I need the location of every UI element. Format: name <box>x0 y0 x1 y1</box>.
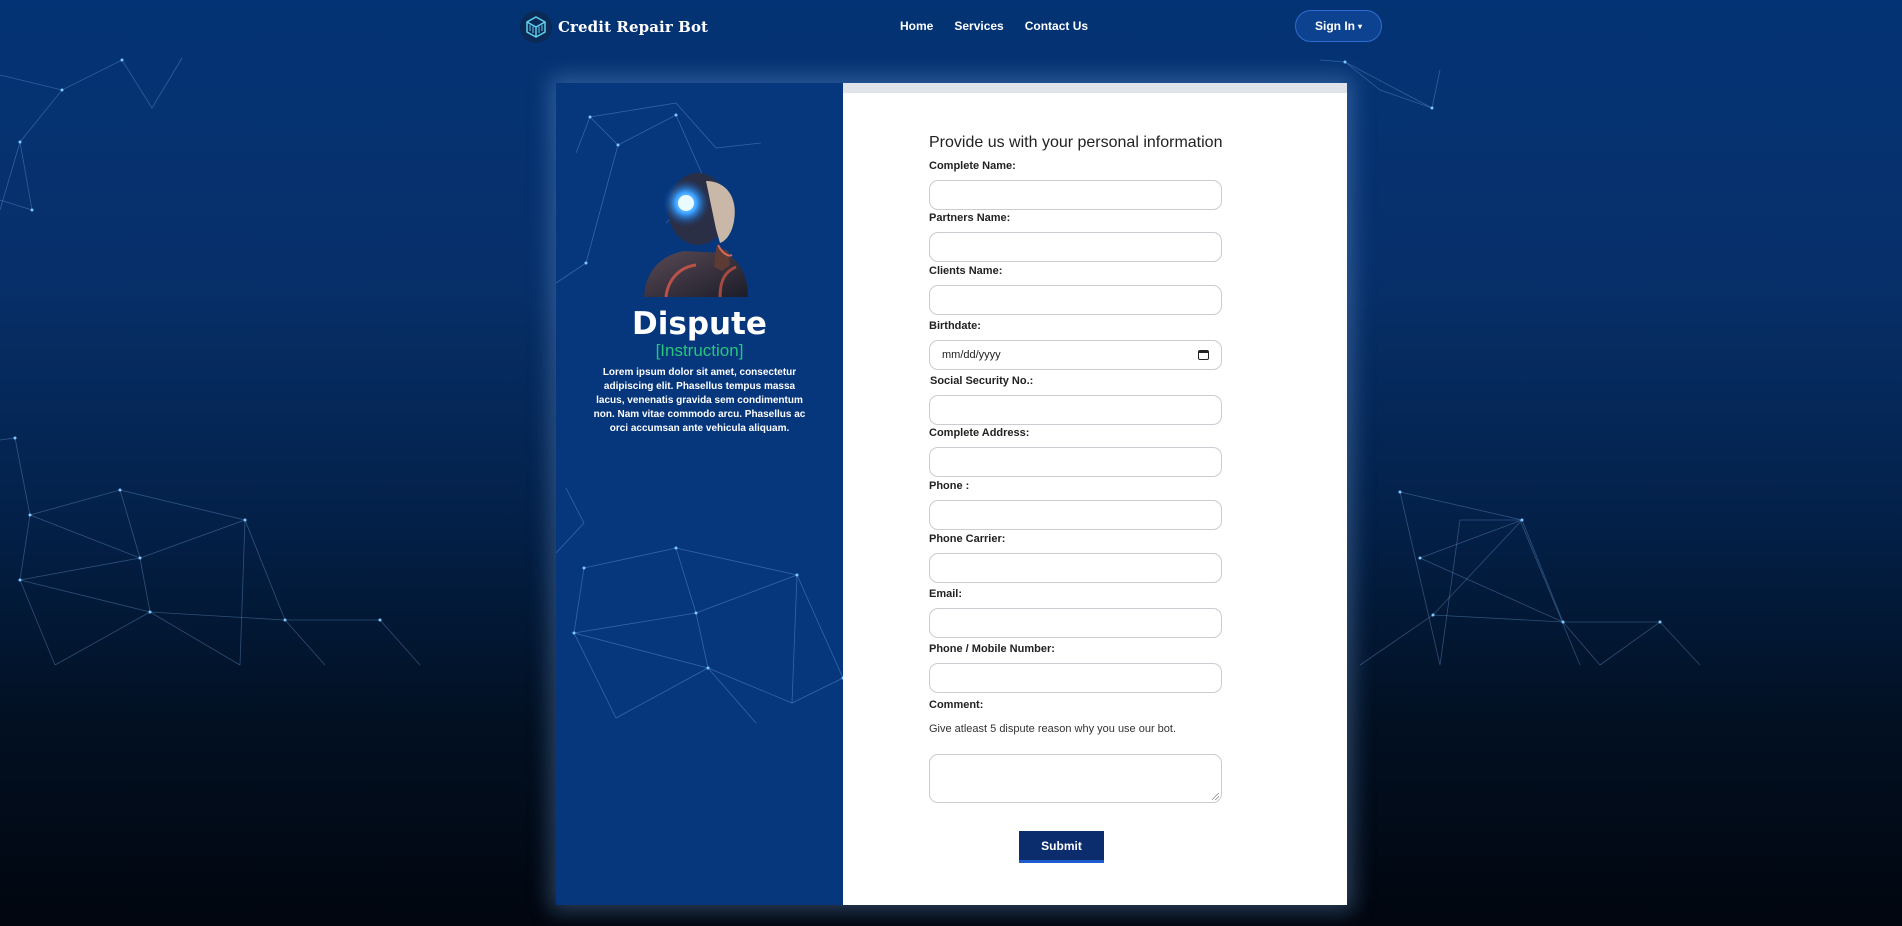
nav-contact-us[interactable]: Contact Us <box>1025 19 1088 33</box>
phone-carrier-input[interactable] <box>929 553 1222 583</box>
nav-home[interactable]: Home <box>900 19 933 33</box>
ssn-label: Social Security No.: <box>930 375 1034 387</box>
panel-top-bar <box>843 83 1347 93</box>
main-nav: Home Services Contact Us <box>900 19 1088 33</box>
brand-link[interactable]: Credit Repair Bot <box>520 11 708 43</box>
calendar-icon[interactable] <box>1198 350 1209 360</box>
brand-name: Credit Repair Bot <box>558 18 709 36</box>
cube-logo-icon <box>520 11 552 43</box>
comment-hint: Give atleast 5 dispute reason why you us… <box>929 723 1177 735</box>
instruction-subheading: [Instruction] <box>655 341 744 360</box>
email-label: Email: <box>929 588 963 600</box>
robot-thinking-image <box>644 173 748 297</box>
sign-in-label: Sign In <box>1314 19 1355 33</box>
birthdate-label: Birthdate: <box>929 320 981 332</box>
mobile-number-input[interactable] <box>929 663 1222 693</box>
dispute-heading: Dispute <box>632 306 767 342</box>
personal-info-form-panel: Provide us with your personal informatio… <box>843 83 1347 905</box>
form-title: Provide us with your personal informatio… <box>929 134 1223 151</box>
submit-button[interactable]: Submit <box>1019 831 1104 863</box>
clients-name-input[interactable] <box>929 285 1222 315</box>
ssn-input[interactable] <box>929 395 1222 425</box>
birthdate-placeholder: mm/dd/yyyy <box>942 349 1001 361</box>
address-label: Complete Address: <box>929 427 1030 439</box>
email-input[interactable] <box>929 608 1222 638</box>
instruction-description: Lorem ipsum dolor sit amet, consectetur … <box>593 367 806 434</box>
instruction-panel: Dispute [Instruction] Lorem ipsum dolor … <box>556 83 843 905</box>
complete-name-input[interactable] <box>929 180 1222 210</box>
mobile-number-label: Phone / Mobile Number: <box>929 643 1055 655</box>
partners-name-label: Partners Name: <box>929 212 1011 224</box>
phone-carrier-label: Phone Carrier: <box>929 533 1006 545</box>
phone-input[interactable] <box>929 500 1222 530</box>
top-navbar: Credit Repair Bot Home Services Contact … <box>0 0 1902 54</box>
partners-name-input[interactable] <box>929 232 1222 262</box>
nav-services[interactable]: Services <box>954 19 1003 33</box>
birthdate-input[interactable]: mm/dd/yyyy <box>929 340 1222 370</box>
phone-label: Phone : <box>929 480 970 492</box>
dispute-card: Dispute [Instruction] Lorem ipsum dolor … <box>556 83 1347 905</box>
comment-textarea[interactable] <box>929 754 1222 803</box>
chevron-down-icon: ▾ <box>1357 21 1362 31</box>
sign-in-dropdown-button[interactable]: Sign In ▾ <box>1295 10 1382 42</box>
resize-handle-icon[interactable] <box>1212 793 1219 800</box>
clients-name-label: Clients Name: <box>929 265 1003 277</box>
comment-label: Comment: <box>929 699 984 711</box>
complete-name-label: Complete Name: <box>929 160 1016 172</box>
address-input[interactable] <box>929 447 1222 477</box>
